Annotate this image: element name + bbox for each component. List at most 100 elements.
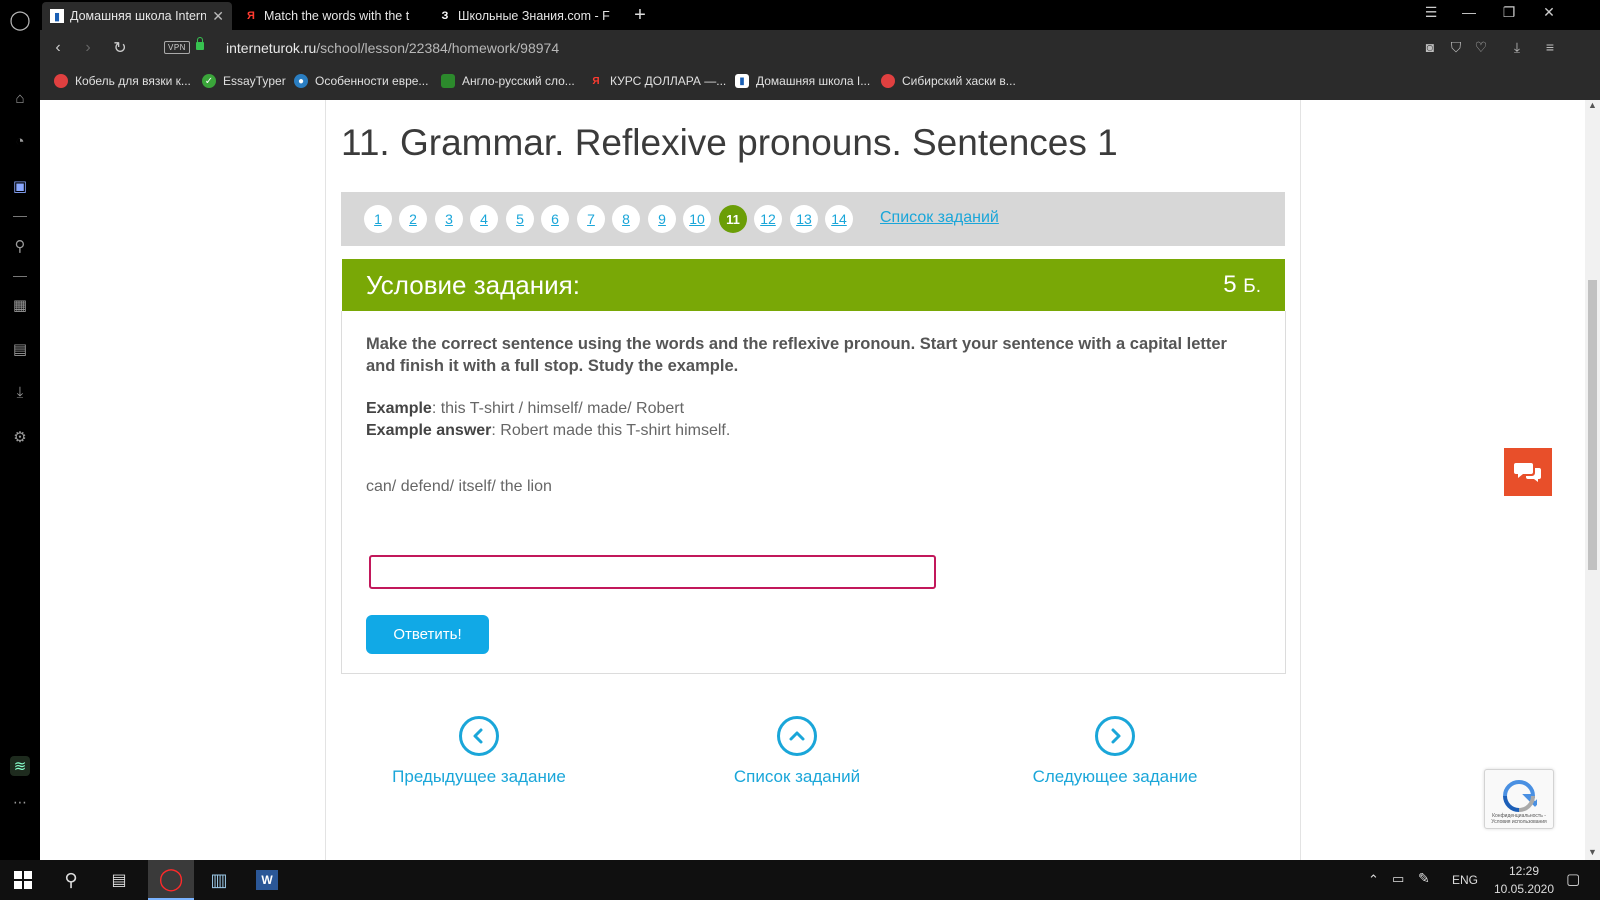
tab-title: Домашняя школа Interne bbox=[70, 9, 207, 23]
prev-task-link[interactable]: Предыдущее задание bbox=[349, 716, 609, 787]
app-jar-icon[interactable]: ▥ bbox=[196, 860, 242, 900]
vpn-badge[interactable]: VPN bbox=[164, 41, 190, 54]
task-number-link[interactable]: 12 bbox=[754, 205, 782, 233]
task-number-bar: 1 2 3 4 5 6 7 8 9 10 11 12 13 14 Список … bbox=[341, 192, 1285, 246]
bookmark-item[interactable]: Англо-русский сло... bbox=[441, 74, 575, 88]
windows-start-icon[interactable] bbox=[0, 860, 46, 900]
bookmark-item[interactable]: ▮ Домашняя школа I... bbox=[735, 74, 870, 88]
downloads-icon[interactable]: ⤓ bbox=[10, 382, 30, 402]
example-line: Example: this T-shirt / himself/ made/ R… bbox=[366, 400, 684, 418]
restore-icon[interactable]: ❐ bbox=[1498, 4, 1520, 21]
camera-icon[interactable]: ◙ bbox=[1420, 39, 1440, 55]
notifications-icon[interactable]: ▢ bbox=[1566, 870, 1580, 888]
close-window-icon[interactable]: ✕ bbox=[1538, 4, 1560, 21]
language-indicator[interactable]: ENG bbox=[1452, 873, 1478, 887]
task-number-link[interactable]: 2 bbox=[399, 205, 427, 233]
clock-time[interactable]: 12:29 bbox=[1498, 864, 1550, 878]
scrollbar-thumb[interactable] bbox=[1588, 280, 1597, 570]
task-number-link[interactable]: 13 bbox=[790, 205, 818, 233]
task-view-icon[interactable]: ▤ bbox=[96, 860, 142, 900]
next-task-link[interactable]: Следующее задание bbox=[985, 716, 1245, 787]
yandex-icon: Я bbox=[247, 10, 255, 22]
bookmark-label: EssayTyper bbox=[223, 74, 286, 88]
task-list-nav-label[interactable]: Список заданий bbox=[667, 767, 927, 787]
task-number-link[interactable]: 3 bbox=[435, 205, 463, 233]
pen-icon[interactable]: ✎ bbox=[1418, 870, 1430, 887]
task-list-link[interactable]: Список заданий bbox=[880, 209, 999, 227]
task-number-link[interactable]: 8 bbox=[612, 205, 640, 233]
settings-gear-icon[interactable]: ⚙ bbox=[10, 427, 30, 447]
task-points: 5 Б. bbox=[1223, 271, 1261, 299]
apps-grid-icon[interactable]: ▦ bbox=[10, 295, 30, 315]
forward-arrow-icon[interactable]: › bbox=[78, 38, 98, 58]
scroll-down-arrow-icon[interactable]: ▼ bbox=[1586, 847, 1599, 857]
tab-yandex[interactable]: Я Match the words with the t bbox=[236, 2, 426, 30]
prev-task-label[interactable]: Предыдущее задание bbox=[349, 767, 609, 787]
url-path: /school/lesson/22384/homework/98974 bbox=[316, 40, 560, 56]
back-arrow-icon[interactable]: ‹ bbox=[48, 38, 68, 58]
more-dots-icon[interactable]: ⋯ bbox=[10, 792, 30, 812]
tab-menu-icon[interactable]: ☰ bbox=[1420, 4, 1442, 21]
submit-answer-button[interactable]: Ответить! bbox=[366, 615, 489, 654]
task-body: Make the correct sentence using the word… bbox=[341, 311, 1286, 674]
task-number-link[interactable]: 10 bbox=[683, 205, 711, 233]
task-number-link[interactable]: 9 bbox=[648, 205, 676, 233]
task-number-link[interactable]: 14 bbox=[825, 205, 853, 233]
bookmark-label: Особенности евре... bbox=[315, 74, 429, 88]
task-number-link[interactable]: 1 bbox=[364, 205, 392, 233]
tab-interneturok[interactable]: ▮ Домашняя школа Interne ✕ bbox=[42, 2, 232, 30]
task-number-link[interactable]: 5 bbox=[506, 205, 534, 233]
bookmark-item[interactable]: ● Особенности евре... bbox=[294, 74, 428, 88]
page-title: 11. Grammar. Reflexive pronouns. Sentenc… bbox=[341, 122, 1118, 163]
next-task-label[interactable]: Следующее задание bbox=[985, 767, 1245, 787]
search-icon[interactable]: ⚲ bbox=[10, 236, 30, 256]
recaptcha-badge[interactable]: Конфиденциальность - Условия использован… bbox=[1484, 769, 1554, 829]
twitch-icon[interactable]: ▣ bbox=[10, 176, 30, 196]
reload-icon[interactable]: ↻ bbox=[110, 38, 130, 58]
heart-icon[interactable]: ♡ bbox=[1471, 39, 1491, 56]
vpn-wifi-icon[interactable]: ≋ bbox=[10, 756, 30, 776]
chevron-up-icon[interactable]: ⌃ bbox=[1368, 872, 1379, 888]
new-tab-button[interactable]: + bbox=[630, 4, 650, 27]
clock-date[interactable]: 10.05.2020 bbox=[1490, 882, 1558, 896]
task-number-current[interactable]: 11 bbox=[719, 205, 747, 233]
bookmark-item[interactable]: Я КУРС ДОЛЛАРА —... bbox=[589, 74, 726, 88]
bookmark-item[interactable]: Кобель для вязки к... bbox=[54, 74, 191, 88]
check-circle-icon: ✓ bbox=[202, 74, 216, 88]
search-icon[interactable]: ⚲ bbox=[48, 860, 94, 900]
scroll-up-arrow-icon[interactable]: ▲ bbox=[1586, 100, 1599, 110]
task-list-nav-link[interactable]: Список заданий bbox=[667, 716, 927, 787]
url-field[interactable]: interneturok.ru/school/lesson/22384/home… bbox=[226, 40, 559, 56]
example-answer-line: Example answer: Robert made this T-shirt… bbox=[366, 422, 730, 440]
bookmarks-bar: Кобель для вязки к... ✓ EssayTyper ● Осо… bbox=[40, 66, 1600, 100]
google-apps-icon bbox=[881, 74, 895, 88]
bookmark-label: Кобель для вязки к... bbox=[75, 74, 191, 88]
task-number-link[interactable]: 7 bbox=[577, 205, 605, 233]
bookmark-item[interactable]: Сибирский хаски в... bbox=[881, 74, 1016, 88]
recaptcha-text[interactable]: Конфиденциальность - Условия использован… bbox=[1488, 813, 1550, 825]
task-number-link[interactable]: 6 bbox=[541, 205, 569, 233]
download-icon[interactable]: ⤓ bbox=[1507, 39, 1527, 56]
close-tab-icon[interactable]: ✕ bbox=[212, 8, 224, 25]
word-icon[interactable]: W bbox=[244, 860, 290, 900]
minimize-icon[interactable]: — bbox=[1458, 4, 1480, 20]
bookmark-item[interactable]: ✓ EssayTyper bbox=[202, 74, 286, 88]
globe-icon: ● bbox=[294, 74, 308, 88]
shield-icon[interactable]: ⛉ bbox=[1446, 39, 1466, 56]
news-icon[interactable]: ▤ bbox=[10, 339, 30, 359]
opera-taskbar-icon[interactable]: ◯ bbox=[148, 860, 194, 900]
speed-dial-icon[interactable]: ◔ bbox=[10, 131, 30, 151]
answer-input[interactable] bbox=[369, 555, 936, 589]
chevron-right-icon[interactable] bbox=[1095, 716, 1135, 756]
chevron-up-icon[interactable] bbox=[777, 716, 817, 756]
tab-znania[interactable]: З Школьные Знания.com - F bbox=[430, 2, 624, 30]
easy-setup-icon[interactable]: ≡ bbox=[1540, 39, 1560, 55]
chevron-left-icon[interactable] bbox=[459, 716, 499, 756]
battery-icon[interactable]: ▭ bbox=[1392, 871, 1404, 887]
opera-logo-icon[interactable]: ◯ bbox=[9, 10, 30, 31]
bookmark-label: Англо-русский сло... bbox=[462, 74, 575, 88]
lock-icon[interactable] bbox=[196, 37, 204, 50]
gamepad-icon[interactable]: ⌂ bbox=[10, 88, 30, 108]
task-number-link[interactable]: 4 bbox=[470, 205, 498, 233]
chat-button[interactable] bbox=[1504, 448, 1552, 496]
